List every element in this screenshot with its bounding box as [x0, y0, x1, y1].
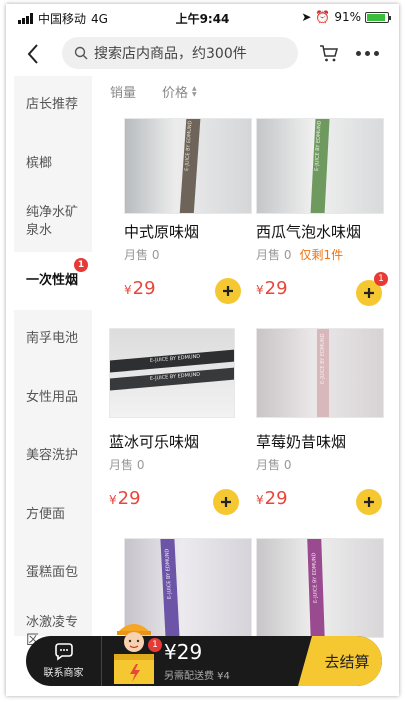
add-to-cart-button[interactable]: 1: [356, 272, 388, 306]
currency-symbol: ¥: [124, 283, 132, 297]
sidebar-item-label: 店长推荐: [26, 97, 79, 113]
sidebar-item-feminine[interactable]: 女性用品: [14, 369, 92, 428]
sidebar-item-label: 一次性烟: [26, 272, 79, 288]
price-value: 29: [117, 488, 141, 509]
product-price: ¥29: [256, 278, 288, 299]
status-right: ➤ ⏰ 91%: [301, 10, 391, 24]
cart-mascot-icon[interactable]: 1: [108, 618, 162, 686]
sidebar-item-label: 女性用品: [26, 389, 79, 405]
sort-price-label: 价格: [162, 86, 189, 101]
currency-symbol: ¥: [256, 493, 264, 507]
stock-limit: 仅剩1件: [299, 248, 344, 262]
product-meta: 月售 0: [109, 456, 243, 473]
product-card[interactable]: E-JUICE BY EDMUND 中式原味烟 月售 0 ¥29: [124, 118, 258, 308]
sidebar-item-label: 蛋糕面包: [26, 565, 79, 581]
cart-bar: 联系商家 1 ¥29 另需配送费 ¥4 去结算: [26, 624, 382, 686]
cart-count-badge: 1: [148, 638, 162, 652]
monthly-sales: 月售 0: [256, 248, 292, 262]
category-sidebar: 店长推荐 槟榔 纯净水矿泉水 一次性烟 1 南孚电池 女性用品 美容洗护 方便面…: [14, 76, 92, 648]
sidebar-item-beauty[interactable]: 美容洗护: [14, 427, 92, 486]
search-bar[interactable]: 搜索店内商品，约300件: [62, 37, 298, 69]
sidebar-item-disposable[interactable]: 一次性烟 1: [14, 251, 92, 310]
cart-total: ¥29: [164, 640, 203, 664]
product-card[interactable]: E-JUICE BY EDMUND E-JUICE BY EDMUND 蓝冰可乐味…: [109, 328, 243, 518]
sidebar-item-label: 方便面: [26, 506, 66, 522]
sidebar-item-label: 纯净水矿泉水: [26, 205, 79, 239]
product-name: 草莓奶昔味烟: [256, 433, 347, 451]
product-card[interactable]: E-JUICE BY EDMUND 草莓奶昔味烟 月售 0 ¥29: [256, 328, 390, 518]
product-meta: 月售 0: [256, 456, 390, 473]
plus-icon: [223, 286, 233, 296]
product-card[interactable]: E-JUICE BY EDMUND 西瓜气泡水味烟 月售 0 仅剩1件 ¥29 …: [256, 118, 390, 308]
product-price: ¥29: [124, 278, 156, 299]
chevron-left-icon: [27, 44, 38, 64]
product-meta: 月售 0 仅剩1件: [256, 246, 390, 263]
plus-icon: [364, 497, 374, 507]
location-icon: ➤: [301, 10, 312, 24]
sort-by-sales[interactable]: 销量: [110, 82, 136, 101]
product-card[interactable]: E-JUICE BY EDMUND: [256, 538, 390, 638]
sidebar-item-noodles[interactable]: 方便面: [14, 486, 92, 545]
product-image: E-JUICE BY EDMUND: [256, 118, 384, 214]
status-bar: 中国移动 4G 上午9:44 ➤ ⏰ 91%: [6, 4, 399, 30]
currency-symbol: ¥: [256, 283, 264, 297]
price-value: 29: [132, 278, 156, 299]
sort-bar: 销量 价格 ▲ ▼: [110, 82, 197, 101]
sort-by-price[interactable]: 价格 ▲ ▼: [162, 82, 197, 101]
product-name: 西瓜气泡水味烟: [256, 223, 362, 241]
product-price: ¥29: [109, 488, 141, 509]
category-count-badge: 1: [74, 257, 88, 272]
back-button[interactable]: [24, 42, 44, 66]
cart-icon[interactable]: [318, 42, 340, 64]
plus-icon: [221, 497, 231, 507]
sidebar-item-betel-nut[interactable]: 槟榔: [14, 135, 92, 194]
battery-percent: 91%: [334, 10, 361, 24]
contact-merchant-button[interactable]: 联系商家: [26, 636, 102, 686]
sort-arrows-icon: ▲ ▼: [192, 84, 197, 98]
add-to-cart-button[interactable]: [213, 489, 239, 515]
sidebar-item-water[interactable]: 纯净水矿泉水: [14, 193, 92, 252]
add-to-cart-button[interactable]: [356, 489, 382, 515]
currency-symbol: ¥: [109, 493, 117, 507]
sidebar-item-label: 南孚电池: [26, 331, 79, 347]
product-image: E-JUICE BY EDMUND: [124, 118, 252, 214]
product-meta: 月售 0: [124, 246, 258, 263]
monthly-sales: 月售 0: [256, 458, 292, 472]
product-price: ¥29: [256, 488, 288, 509]
checkout-label: 去结算: [324, 652, 370, 671]
battery-icon: [365, 11, 391, 23]
product-image: E-JUICE BY EDMUND: [256, 538, 384, 638]
add-to-cart-button[interactable]: [215, 278, 241, 304]
chat-icon: [54, 643, 73, 661]
alarm-icon: ⏰: [315, 10, 331, 24]
product-image: E-JUICE BY EDMUND E-JUICE BY EDMUND: [109, 328, 235, 418]
sidebar-item-label: 美容洗护: [26, 448, 79, 464]
product-name: 中式原味烟: [124, 223, 200, 241]
sidebar-item-batteries[interactable]: 南孚电池: [14, 310, 92, 369]
top-nav: 搜索店内商品，约300件: [6, 32, 399, 76]
price-value: 29: [264, 488, 288, 509]
cart-quantity-badge: 1: [374, 272, 388, 286]
search-placeholder: 搜索店内商品，约300件: [94, 46, 247, 62]
contact-label: 联系商家: [43, 668, 84, 679]
product-name: 蓝冰可乐味烟: [109, 433, 200, 451]
sidebar-item-label: 槟榔: [26, 155, 53, 171]
price-value: 29: [264, 278, 288, 299]
monthly-sales: 月售 0: [109, 458, 145, 472]
checkout-button[interactable]: 去结算: [298, 636, 382, 686]
sidebar-item-bakery[interactable]: 蛋糕面包: [14, 544, 92, 603]
more-icon[interactable]: [356, 42, 386, 64]
product-image: E-JUICE BY EDMUND: [256, 328, 384, 418]
sidebar-item-recommended[interactable]: 店长推荐: [14, 76, 92, 135]
monthly-sales: 月售 0: [124, 248, 160, 262]
delivery-fee: 另需配送费 ¥4: [164, 671, 230, 682]
search-icon: [74, 46, 88, 60]
plus-icon: [364, 288, 374, 298]
product-image-text: E-JUICE BY EDMUND: [320, 333, 326, 384]
app-frame: 中国移动 4G 上午9:44 ➤ ⏰ 91% 搜索店内商品，约300件 店长推荐…: [6, 4, 399, 696]
